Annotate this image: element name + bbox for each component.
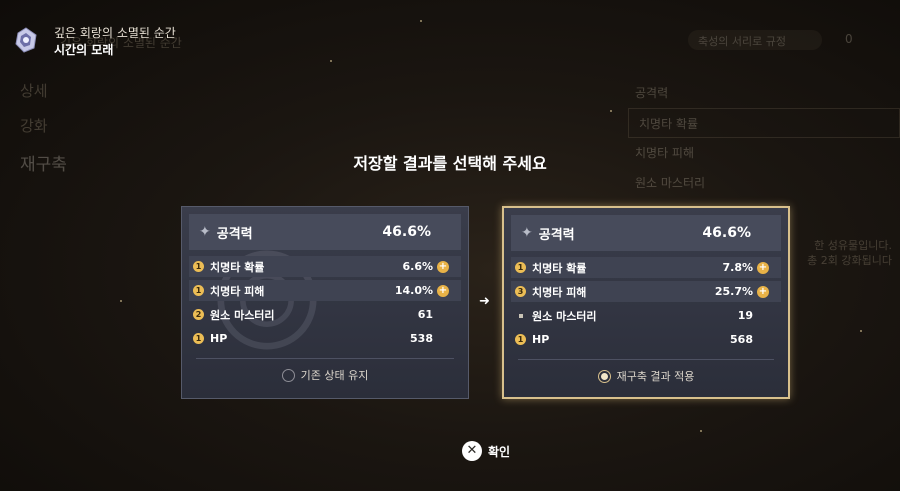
main-stat-value: 46.6% bbox=[382, 224, 431, 240]
keep-original-option[interactable]: 기존 상태 유지 bbox=[182, 367, 468, 383]
card-divider bbox=[518, 359, 774, 360]
substat-value: 25.7% bbox=[714, 285, 753, 298]
background-side-line: 총 2회 강화됩니다 bbox=[807, 254, 892, 267]
substat-name: 원소 마스터리 bbox=[532, 309, 597, 323]
substat-name: HP bbox=[532, 333, 550, 346]
substat-name: 치명타 확률 bbox=[210, 260, 265, 274]
roll-count-badge: 3 bbox=[515, 286, 526, 297]
sparkle bbox=[700, 430, 702, 432]
background-stat-panel: 공격력 치명타 확률 치명타 피해 원소 마스터리 bbox=[625, 78, 900, 198]
radio-unchecked-icon[interactable] bbox=[281, 368, 295, 382]
roll-count-badge: 1 bbox=[193, 285, 204, 296]
background-currency-pill: 축성의 서리로 규정 bbox=[688, 30, 822, 50]
substat-name: 치명타 피해 bbox=[210, 284, 265, 298]
option-label: 기존 상태 유지 bbox=[300, 369, 369, 382]
substat-row: 1 HP 568 bbox=[511, 329, 781, 350]
sparkle bbox=[420, 20, 422, 22]
card-divider bbox=[196, 358, 454, 359]
new-substat-dot-icon bbox=[519, 313, 523, 318]
background-panel-row: 치명타 확률 bbox=[628, 108, 900, 138]
dialog-title: 저장할 결과를 선택해 주세요 bbox=[353, 154, 547, 173]
substat-row: 1 HP 538 bbox=[189, 328, 461, 349]
apply-reforge-option[interactable]: 재구축 결과 적용 bbox=[504, 368, 788, 384]
sparkle bbox=[610, 110, 612, 112]
substat-value: 6.6% bbox=[402, 260, 433, 273]
roll-count-badge: 1 bbox=[515, 334, 526, 345]
substat-name: 원소 마스터리 bbox=[210, 308, 275, 322]
main-stat-star-icon: ✦ bbox=[521, 225, 533, 241]
upgrade-plus-icon: + bbox=[757, 285, 769, 298]
sparkle bbox=[330, 60, 332, 62]
substat-value: 7.8% bbox=[722, 261, 753, 274]
result-card-reforged[interactable]: ✦ 공격력 46.6% 1 치명타 확률 7.8% + 3 치명타 피해 25.… bbox=[502, 206, 790, 399]
substat-value: 61 bbox=[417, 308, 433, 321]
main-stat-star-icon: ✦ bbox=[199, 224, 211, 240]
substat-name: 치명타 피해 bbox=[532, 285, 587, 299]
close-x-icon: ✕ bbox=[462, 441, 482, 461]
substat-row: 2 원소 마스터리 61 bbox=[189, 304, 461, 325]
sparkle bbox=[860, 330, 862, 332]
main-stat-value: 46.6% bbox=[702, 225, 751, 241]
upgrade-plus-icon: + bbox=[437, 284, 449, 297]
background-currency-count: 0 bbox=[845, 32, 853, 46]
sands-of-eon-artifact-icon bbox=[15, 27, 37, 53]
main-stat-row: ✦ 공격력 46.6% bbox=[189, 214, 461, 250]
substat-row: 1 치명타 확률 7.8% + bbox=[511, 257, 781, 278]
arrow-right-icon: ➜ bbox=[479, 294, 490, 309]
nav-item-details: 상세 bbox=[20, 82, 48, 100]
substat-value: 14.0% bbox=[394, 284, 433, 297]
substat-name: 치명타 확률 bbox=[532, 261, 587, 275]
sparkle bbox=[120, 300, 122, 302]
substat-value: 19 bbox=[737, 309, 753, 322]
confirm-label: 확인 bbox=[488, 444, 511, 459]
background-side-line: 한 성유물입니다. bbox=[814, 239, 892, 252]
item-name: 깊은 회랑의 소멸된 순간 bbox=[54, 26, 176, 40]
result-card-original[interactable]: ✦ 공격력 46.6% 1 치명타 확률 6.6% + 1 치명타 피해 14.… bbox=[181, 206, 469, 399]
substat-row: 1 치명타 확률 6.6% + bbox=[189, 256, 461, 277]
substat-name: HP bbox=[210, 332, 228, 345]
substat-value: 538 bbox=[410, 332, 433, 345]
background-panel-title: 공격력 bbox=[635, 86, 669, 100]
substat-row: 3 치명타 피해 25.7% + bbox=[511, 281, 781, 302]
confirm-button[interactable]: ✕ 확인 bbox=[462, 441, 510, 461]
upgrade-plus-icon: + bbox=[757, 261, 769, 274]
nav-item-enhance: 강화 bbox=[20, 117, 48, 135]
main-stat-name: 공격력 bbox=[538, 227, 575, 243]
roll-count-badge: 1 bbox=[193, 261, 204, 272]
main-stat-row: ✦ 공격력 46.6% bbox=[511, 215, 781, 251]
substat-value: 568 bbox=[730, 333, 753, 346]
radio-checked-icon[interactable] bbox=[597, 369, 611, 383]
roll-count-badge: 1 bbox=[515, 262, 526, 273]
option-label: 재구축 결과 적용 bbox=[616, 370, 695, 383]
roll-count-badge: 1 bbox=[193, 333, 204, 344]
substat-row: 1 치명타 피해 14.0% + bbox=[189, 280, 461, 301]
background-side-text: 한 성유물입니다. 총 2회 강화됩니다 bbox=[792, 238, 892, 268]
item-type: 시간의 모래 bbox=[54, 43, 114, 57]
substat-row: 원소 마스터리 19 bbox=[511, 305, 781, 326]
main-stat-name: 공격력 bbox=[216, 226, 253, 242]
upgrade-plus-icon: + bbox=[437, 260, 449, 273]
roll-count-badge: 2 bbox=[193, 309, 204, 320]
